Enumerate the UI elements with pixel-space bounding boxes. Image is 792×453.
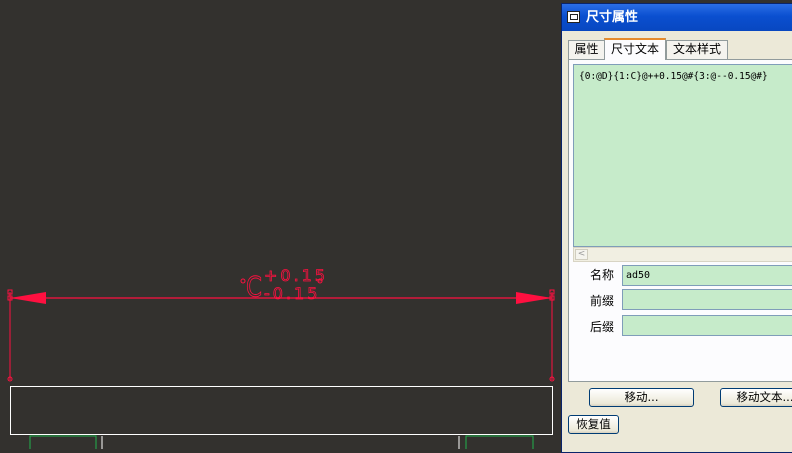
dimension-tolerance-upper[interactable]: +0.15	[264, 266, 328, 286]
move-button[interactable]: 移动...	[589, 388, 694, 407]
part-outline[interactable]	[10, 386, 553, 435]
tab-text-style[interactable]: 文本样式	[666, 40, 728, 59]
handle-icon[interactable]	[240, 278, 246, 284]
tab-properties[interactable]: 属性	[568, 40, 605, 59]
arrowhead-right-icon	[516, 292, 552, 304]
dialog-titlebar[interactable]: 尺寸属性	[562, 4, 792, 31]
hidden-feature-right[interactable]	[465, 435, 534, 449]
horizontal-scrollbar[interactable]: <	[573, 247, 792, 262]
suffix-label: 后缀	[590, 320, 615, 334]
dimension-text-editor[interactable]: {0:@D}{1:C}@++0.15@#{3:@--0.15@#}	[573, 64, 792, 247]
prefix-label: 前缀	[590, 294, 615, 308]
hidden-feature-left[interactable]	[29, 435, 97, 449]
tab-panel: {0:@D}{1:C}@++0.15@#{3:@--0.15@#} < 名称 a…	[568, 59, 792, 382]
restore-values-button[interactable]: 恢复值	[568, 415, 619, 434]
name-label: 名称	[590, 268, 615, 282]
dimension-prefix[interactable]: C	[246, 270, 263, 304]
dimension-properties-dialog: 尺寸属性 属性 尺寸文本 文本样式 {0:@D}{1:C}@++0.15@#{3…	[561, 3, 792, 453]
tab-dimension-text[interactable]: 尺寸文本	[604, 38, 666, 60]
dialog-window-icon	[567, 11, 580, 23]
arrowhead-left-icon	[10, 292, 46, 304]
dialog-title: 尺寸属性	[586, 10, 639, 25]
move-text-button[interactable]: 移动文本...	[720, 388, 792, 407]
prefix-field[interactable]	[622, 289, 792, 310]
suffix-field[interactable]	[622, 315, 792, 336]
name-field[interactable]: ad50	[622, 265, 792, 286]
dimension-tolerance-lower[interactable]: -0.15	[264, 284, 320, 304]
scroll-left-arrow-icon[interactable]: <	[575, 249, 588, 260]
